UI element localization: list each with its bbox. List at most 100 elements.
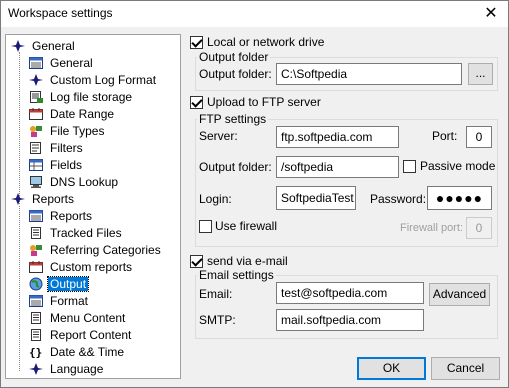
server-label: Server: [199,129,238,143]
tree-item-label: Fields [50,158,83,173]
tree-item[interactable]: DNS Lookup [28,174,120,191]
output-folder-group-title: Output folder [197,50,271,64]
tree-item-label: Date Range [50,107,115,122]
braces-icon: {} [28,345,44,359]
tree-item-label: Referring Categories [50,243,161,258]
send-email-label: send via e-mail [207,254,288,268]
ok-button[interactable]: OK [357,357,426,380]
tree-item[interactable]: Reports [10,191,76,208]
tree-item[interactable]: Format [28,293,90,310]
grid-page-icon [28,56,44,70]
port-input[interactable]: 0 [466,126,492,148]
tree-item[interactable]: Menu Content [28,310,127,327]
diamond-icon [28,362,44,376]
svg-text:{}: {} [29,346,42,359]
document-icon [28,328,44,342]
tree-item[interactable]: {} Date && Time [28,344,126,361]
log-storage-icon [28,90,44,104]
file-types-icon [28,124,44,138]
close-icon[interactable]: ✕ [474,1,508,27]
tree-item-label: General [50,56,93,71]
email-input[interactable]: test@softpedia.com [276,282,424,304]
tree-item-label: Filters [50,141,83,156]
local-drive-checkbox[interactable] [190,36,203,49]
ftp-output-folder-label: Output folder: [199,160,272,174]
tree-item-label: Language [50,362,104,377]
tree-item[interactable]: General [28,55,95,72]
tree-item[interactable]: Referring Categories [28,242,163,259]
send-email-checkbox[interactable] [190,255,203,268]
cancel-button[interactable]: Cancel [431,357,500,380]
calendar-icon [28,260,44,274]
tree-item-label: Reports [32,192,75,207]
computer-icon [28,175,44,189]
tree-item-label: Output [46,276,90,293]
password-label: Password: [370,192,427,206]
file-types-icon [28,243,44,257]
tree-item-label: Tracked Files [50,226,122,241]
grid-page-icon [28,294,44,308]
tree-item[interactable]: Reports [28,208,94,225]
window-title: Workspace settings [8,6,113,20]
tree-item[interactable]: General [10,38,77,55]
server-input[interactable]: ftp.softpedia.com [276,126,399,148]
advanced-button[interactable]: Advanced [429,283,490,306]
tree-item[interactable]: Fields [28,157,84,174]
tree-item-label: Log file storage [50,90,133,105]
diamond-icon [28,73,44,87]
tree-item-label: General [32,39,75,54]
tree-item-label: DNS Lookup [50,175,119,190]
use-firewall-label: Use firewall [215,219,278,233]
grid-page-icon [28,209,44,223]
calendar-icon [28,107,44,121]
document-icon [28,226,44,240]
tree-guide-line [19,52,20,204]
settings-tree[interactable]: General General Custom Log Format Log file … [5,34,181,379]
email-settings-group-title: Email settings [197,268,276,282]
local-drive-label: Local or network drive [207,35,325,49]
output-folder-label: Output folder: [199,67,272,81]
tree-item[interactable]: Log file storage [28,89,134,106]
tree-item[interactable]: Custom reports [28,259,134,276]
password-input[interactable]: ●●●●● [427,186,492,210]
smtp-label: SMTP: [199,313,236,327]
ftp-upload-label: Upload to FTP server [207,95,321,109]
tree-item[interactable]: Tracked Files [28,225,124,242]
port-label: Port: [432,129,458,143]
firewall-port-label: Firewall port: [400,222,463,234]
tree-item[interactable]: File Types [28,123,106,140]
smtp-input[interactable]: mail.softpedia.com [276,309,424,331]
diamond-icon [10,192,26,206]
use-firewall-checkbox[interactable] [199,220,212,233]
tree-item-label: Custom reports [50,260,133,275]
diamond-icon [10,39,26,53]
tree-item[interactable]: Date Range [28,106,116,123]
login-input[interactable]: SoftpediaTest [276,186,356,210]
tree-item[interactable]: Filters [28,140,85,157]
ftp-output-folder-input[interactable]: /softpedia [276,156,399,178]
tree-item-label: Date && Time [50,345,125,360]
tree-item-label: Reports [50,209,93,224]
tree-item[interactable]: Report Content [28,327,133,344]
tree-item-label: Menu Content [50,311,126,326]
tree-item[interactable]: Language [28,361,105,378]
tree-item-label: Format [50,294,89,309]
email-label: Email: [199,287,233,301]
browse-button[interactable]: ... [468,63,493,85]
filter-icon [28,141,44,155]
firewall-port-input: 0 [466,217,492,239]
globe-icon [28,277,44,291]
passive-mode-checkbox[interactable] [403,160,416,173]
output-folder-input[interactable]: C:\Softpedia [276,63,462,85]
passive-mode-label: Passive mode [420,159,496,173]
ftp-settings-group-title: FTP settings [197,112,269,126]
tree-item-label: Report Content [50,328,132,343]
tree-guide-line [19,206,20,371]
tree-item[interactable]: Custom Log Format [28,72,158,89]
workspace-settings-window: Workspace settings ✕ General General Custo… [0,0,509,388]
login-label: Login: [199,192,232,206]
tree-item[interactable]: Output [28,276,90,293]
ftp-upload-checkbox[interactable] [190,96,203,109]
title-bar: Workspace settings ✕ [1,1,508,27]
tree-item-label: File Types [50,124,105,139]
